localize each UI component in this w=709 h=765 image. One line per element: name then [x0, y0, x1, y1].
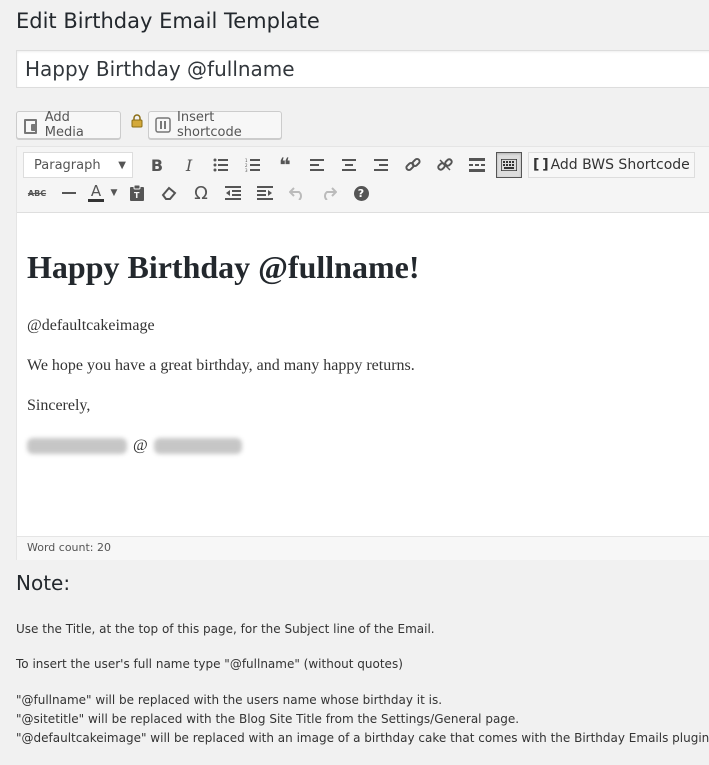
- clear-formatting-icon[interactable]: [153, 179, 185, 207]
- content-paragraph: We hope you have a great birthday, and m…: [27, 357, 415, 374]
- note-line: "@defaultcakeimage" will be replaced wit…: [16, 731, 709, 745]
- text-color-letter: A: [90, 182, 102, 200]
- add-bws-shortcode-label: Add BWS Shortcode: [550, 157, 690, 173]
- note-line: "@fullname" will be replaced with the us…: [16, 693, 443, 707]
- text-color-dropdown-icon[interactable]: ▼: [107, 179, 121, 207]
- help-icon[interactable]: ?: [345, 179, 377, 207]
- bulleted-list-icon[interactable]: [205, 151, 237, 179]
- redacted-site: [153, 438, 242, 454]
- word-count: Word count: 20: [17, 536, 709, 560]
- special-character-icon[interactable]: Ω: [185, 179, 217, 207]
- note-title: Note:: [16, 571, 71, 595]
- undo-icon[interactable]: [281, 179, 313, 207]
- format-select[interactable]: Paragraph ▼: [23, 152, 133, 178]
- insert-shortcode-label: Insert shortcode: [177, 110, 242, 140]
- note-line: To insert the user's full name type "@fu…: [16, 657, 403, 671]
- svg-text:T: T: [134, 191, 140, 200]
- lock-icon: [130, 114, 146, 130]
- content-signature: @: [27, 437, 242, 455]
- unlink-icon[interactable]: [429, 151, 461, 179]
- content-paragraph: Sincerely,: [27, 397, 91, 414]
- outdent-icon[interactable]: [217, 179, 249, 207]
- add-bws-shortcode-button[interactable]: [ ] Add BWS Shortcode: [528, 152, 695, 178]
- paste-as-text-icon[interactable]: T: [121, 179, 153, 207]
- format-select-value: Paragraph: [34, 157, 101, 173]
- help-icon-glyph: ?: [353, 185, 369, 201]
- note-line: Use the Title, at the top of this page, …: [16, 622, 435, 636]
- add-media-button[interactable]: Add Media: [16, 110, 121, 140]
- numbered-list-icon[interactable]: 123: [237, 151, 269, 179]
- horizontal-line-icon[interactable]: [53, 179, 85, 207]
- chevron-down-icon: ▼: [118, 159, 126, 171]
- link-icon[interactable]: [397, 151, 429, 179]
- signature-at: @: [133, 437, 148, 454]
- text-color-swatch: [88, 199, 104, 202]
- redacted-name: [27, 438, 127, 454]
- bracket-icon: [ ]: [533, 157, 549, 173]
- content-paragraph: @defaultcakeimage: [27, 317, 155, 334]
- align-left-icon[interactable]: [301, 151, 333, 179]
- editor-toolbar: Paragraph ▼ B I 123 ❝ [] Add BWS Shortc…: [17, 147, 709, 213]
- redo-icon[interactable]: [313, 179, 345, 207]
- page-title: Edit Birthday Email Template: [16, 9, 320, 33]
- content-editor: Paragraph ▼ B I 123 ❝ [] Add BWS Shortc…: [16, 146, 709, 560]
- note-line: "@sitetitle" will be replaced with the B…: [16, 712, 520, 726]
- add-media-icon: [23, 117, 39, 134]
- bold-icon[interactable]: B: [141, 151, 173, 179]
- svg-text:3: 3: [245, 168, 248, 172]
- add-media-label: Add Media: [44, 110, 84, 140]
- indent-icon[interactable]: [249, 179, 281, 207]
- insert-shortcode-icon: [155, 117, 171, 133]
- toolbar-toggle-icon[interactable]: [496, 152, 522, 178]
- content-heading: Happy Birthday @fullname!: [27, 249, 420, 285]
- text-color-icon[interactable]: A: [85, 179, 107, 207]
- strikethrough-icon[interactable]: ABC: [21, 179, 53, 207]
- italic-icon[interactable]: I: [173, 151, 205, 179]
- read-more-icon[interactable]: [461, 151, 493, 179]
- align-right-icon[interactable]: [365, 151, 397, 179]
- title-input[interactable]: Happy Birthday @fullname: [16, 50, 709, 88]
- editor-content[interactable]: Happy Birthday @fullname! @defaultcakeim…: [17, 214, 709, 514]
- align-center-icon[interactable]: [333, 151, 365, 179]
- blockquote-icon[interactable]: ❝: [269, 151, 301, 179]
- insert-shortcode-button[interactable]: Insert shortcode: [148, 110, 282, 140]
